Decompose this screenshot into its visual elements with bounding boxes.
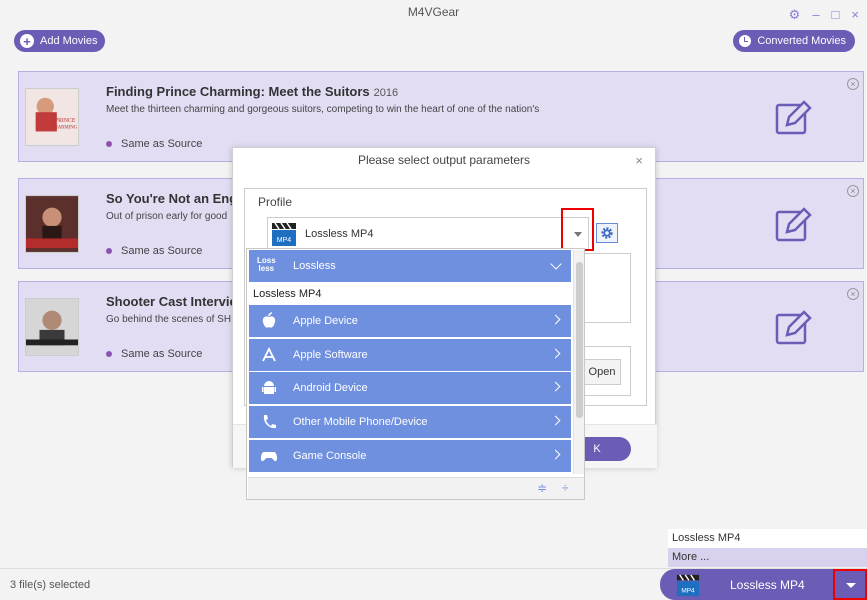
converted-movies-button[interactable]: Converted Movies (733, 30, 855, 52)
chevron-right-icon (550, 415, 561, 426)
format-menu-option[interactable]: Lossless MP4 (668, 529, 867, 548)
plus-icon: + (20, 34, 34, 48)
category-label: Lossless (293, 260, 336, 272)
app-store-icon (262, 346, 276, 362)
android-icon (262, 381, 276, 394)
profile-value: Lossless MP4 (305, 228, 374, 240)
output-format[interactable]: Same as Source (106, 245, 202, 257)
open-button[interactable]: Open (583, 359, 621, 385)
dialog-title: Please select output parameters (357, 153, 531, 167)
movie-title: So You're Not an Eng (106, 191, 238, 206)
bullet-icon (106, 248, 112, 254)
lossless-icon: Loss less (257, 256, 276, 273)
category-label: Android Device (293, 382, 368, 394)
svg-text:MP4: MP4 (681, 587, 695, 594)
chevron-right-icon (550, 449, 561, 460)
profile-select[interactable]: MP4 Lossless MP4 (267, 217, 589, 250)
chevron-right-icon (550, 314, 561, 325)
category-other-mobile[interactable]: Other Mobile Phone/Device (249, 406, 571, 438)
scrollbar-thumb[interactable] (576, 262, 583, 418)
phone-icon (263, 415, 276, 429)
category-lossless[interactable]: Loss less Lossless (249, 250, 571, 282)
category-label: Apple Software (293, 349, 368, 361)
svg-text:PRINCE: PRINCE (55, 118, 76, 124)
remove-icon[interactable]: × (847, 185, 859, 197)
chevron-right-icon (550, 381, 561, 392)
category-label: Game Console (293, 450, 367, 462)
minimize-icon[interactable]: – (812, 7, 819, 23)
output-format[interactable]: Same as Source (106, 138, 202, 150)
settings-gear-icon[interactable]: ⚙ (789, 7, 801, 23)
movie-poster: PRINCE CHARMING (25, 88, 79, 146)
apple-icon (262, 312, 276, 328)
remove-icon[interactable]: × (847, 78, 859, 90)
output-format-selector[interactable]: MP4 Lossless MP4 (660, 569, 867, 600)
format-menu: Lossless MP4 More ... (668, 529, 867, 567)
output-format-label: Lossless MP4 (730, 578, 805, 592)
movie-title: Finding Prince Charming: Meet the Suitor… (106, 84, 399, 99)
window-controls: ⚙ – □ × (789, 7, 859, 23)
title-bar: M4VGear + Add Movies Converted Movies ⚙ … (0, 0, 867, 62)
format-menu-more[interactable]: More ... (668, 548, 867, 567)
category-label: Other Mobile Phone/Device (293, 416, 428, 428)
movie-description: Out of prison early for good (106, 211, 228, 222)
format-option-lossless-mp4[interactable]: Lossless MP4 (253, 288, 321, 300)
dialog-close-icon[interactable]: × (635, 153, 643, 168)
profile-dropdown: Loss less Lossless Lossless MP4 Apple Dev… (246, 248, 585, 500)
profile-dropdown-arrow[interactable] (561, 208, 594, 251)
add-movies-label: Add Movies (40, 35, 98, 47)
movie-poster (25, 195, 79, 253)
selection-count: 3 file(s) selected (10, 579, 91, 591)
category-game-console[interactable]: Game Console (249, 440, 571, 472)
maximize-icon[interactable]: □ (832, 7, 840, 23)
category-android-device[interactable]: Android Device (249, 372, 571, 404)
edit-icon[interactable] (771, 95, 815, 139)
edit-icon[interactable] (771, 305, 815, 349)
profile-label: Profile (255, 195, 296, 209)
chevron-down-icon (550, 258, 562, 270)
collapse-all-icon[interactable]: ≑ (537, 481, 547, 495)
bullet-icon (106, 351, 112, 357)
category-apple-device[interactable]: Apple Device (249, 305, 571, 337)
dropdown-scrollbar[interactable] (573, 250, 584, 474)
clock-icon (739, 35, 752, 47)
movie-description: Go behind the scenes of SH (106, 314, 232, 325)
close-icon[interactable]: × (851, 7, 859, 23)
movie-title: Shooter Cast Intervie (106, 294, 237, 309)
svg-text:MP4: MP4 (277, 237, 292, 244)
category-label: Apple Device (293, 315, 358, 327)
gamepad-icon (260, 452, 278, 462)
output-format[interactable]: Same as Source (106, 348, 202, 360)
category-apple-software[interactable]: Apple Software (249, 339, 571, 371)
gear-icon[interactable] (596, 223, 618, 243)
converted-movies-label: Converted Movies (757, 35, 846, 47)
movie-description: Meet the thirteen charming and gorgeous … (106, 104, 540, 115)
svg-text:CHARMING: CHARMING (51, 126, 78, 131)
edit-icon[interactable] (771, 202, 815, 246)
dropdown-footer: ≑ ÷ (248, 477, 584, 499)
chevron-right-icon (550, 348, 561, 359)
format-dropdown-arrow[interactable] (833, 569, 867, 600)
mp4-icon: MP4 (676, 574, 700, 597)
mp4-icon: MP4 (272, 222, 296, 246)
remove-icon[interactable]: × (847, 288, 859, 300)
movie-poster (25, 298, 79, 356)
bullet-icon (106, 141, 112, 147)
expand-all-icon[interactable]: ÷ (562, 481, 569, 495)
add-movies-button[interactable]: + Add Movies (14, 30, 106, 52)
app-title: M4VGear (407, 5, 460, 19)
